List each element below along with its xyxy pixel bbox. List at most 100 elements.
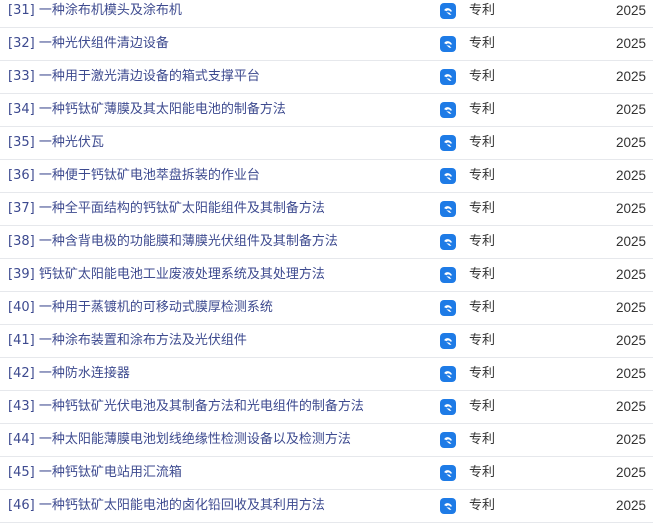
record-title-link[interactable]: [40] 一种用于蒸镀机的可移动式膜厚检测系统 [8, 292, 273, 324]
record-title[interactable]: 一种含背电极的功能膜和薄膜光伏组件及其制备方法 [39, 234, 338, 249]
record-index[interactable]: [33] [8, 69, 35, 84]
patent-icon-glyph [444, 437, 453, 444]
record-index[interactable]: [46] [8, 498, 35, 513]
record-title[interactable]: 一种涂布机模头及涂布机 [39, 3, 182, 18]
record-year: 2025 [615, 234, 646, 249]
record-year: 2025 [615, 36, 646, 51]
record-title-link[interactable]: [34] 一种钙钛矿薄膜及其太阳能电池的制备方法 [8, 94, 286, 126]
record-title-link[interactable]: [45] 一种钙钛矿电站用汇流箱 [8, 457, 182, 489]
list-item: [43] 一种钙钛矿光伏电池及其制备方法和光电组件的制备方法 专利 2025 [0, 391, 653, 424]
record-index[interactable]: [32] [8, 36, 35, 51]
record-year: 2025 [615, 102, 646, 117]
record-index[interactable]: [41] [8, 333, 35, 348]
patent-icon [440, 234, 456, 250]
record-index[interactable]: [45] [8, 465, 35, 480]
record-year: 2025 [615, 498, 646, 513]
record-title[interactable]: 一种用于激光清边设备的箱式支撑平台 [39, 69, 260, 84]
patent-icon-glyph [444, 140, 453, 147]
record-index[interactable]: [40] [8, 300, 35, 315]
record-title[interactable]: 一种钙钛矿电站用汇流箱 [39, 465, 182, 480]
record-year: 2025 [615, 366, 646, 381]
list-item: [42] 一种防水连接器 专利 2025 [0, 358, 653, 391]
patent-icon-glyph [444, 371, 453, 378]
patent-icon [440, 399, 456, 415]
record-title-link[interactable]: [44] 一种太阳能薄膜电池划线绝缘性检测设备以及检测方法 [8, 424, 351, 456]
record-title[interactable]: 一种光伏组件清边设备 [39, 36, 169, 51]
list-item: [44] 一种太阳能薄膜电池划线绝缘性检测设备以及检测方法 专利 2025 [0, 424, 653, 457]
patent-icon-glyph [444, 305, 453, 312]
record-year: 2025 [615, 399, 646, 414]
record-title-link[interactable]: [46] 一种钙钛矿太阳能电池的卤化铅回收及其利用方法 [8, 490, 325, 522]
list-item: [34] 一种钙钛矿薄膜及其太阳能电池的制备方法 专利 2025 [0, 94, 653, 127]
patent-icon-glyph [444, 173, 453, 180]
record-index[interactable]: [34] [8, 102, 35, 117]
record-title[interactable]: 一种全平面结构的钙钛矿太阳能组件及其制备方法 [39, 201, 325, 216]
record-title-link[interactable]: [35] 一种光伏瓦 [8, 127, 104, 159]
list-item: [41] 一种涂布装置和涂布方法及光伏组件 专利 2025 [0, 325, 653, 358]
patent-icon [440, 300, 456, 316]
record-type: 专利 [469, 432, 496, 447]
patent-icon [440, 102, 456, 118]
patent-icon-glyph [444, 8, 453, 15]
record-index[interactable]: [42] [8, 366, 35, 381]
patent-icon-glyph [444, 470, 453, 477]
list-item: [33] 一种用于激光清边设备的箱式支撑平台 专利 2025 [0, 61, 653, 94]
record-year: 2025 [615, 267, 646, 282]
record-type: 专利 [469, 267, 496, 282]
list-item: [32] 一种光伏组件清边设备 专利 2025 [0, 28, 653, 61]
list-item: [45] 一种钙钛矿电站用汇流箱 专利 2025 [0, 457, 653, 490]
record-year: 2025 [615, 135, 646, 150]
patent-icon-glyph [444, 206, 453, 213]
record-type: 专利 [469, 102, 496, 117]
patent-icon-glyph [444, 338, 453, 345]
record-year: 2025 [615, 465, 646, 480]
record-type: 专利 [469, 201, 496, 216]
record-type: 专利 [469, 399, 496, 414]
record-title[interactable]: 一种涂布装置和涂布方法及光伏组件 [39, 333, 247, 348]
record-year: 2025 [615, 201, 646, 216]
record-title[interactable]: 一种用于蒸镀机的可移动式膜厚检测系统 [39, 300, 273, 315]
record-title[interactable]: 一种光伏瓦 [39, 135, 104, 150]
record-title-link[interactable]: [43] 一种钙钛矿光伏电池及其制备方法和光电组件的制备方法 [8, 391, 364, 423]
record-title[interactable]: 一种钙钛矿太阳能电池的卤化铅回收及其利用方法 [39, 498, 325, 513]
record-index[interactable]: [37] [8, 201, 35, 216]
patent-icon [440, 366, 456, 382]
record-title-link[interactable]: [39] 钙钛矿太阳能电池工业废液处理系统及其处理方法 [8, 259, 325, 291]
record-index[interactable]: [31] [8, 3, 35, 18]
list-item: [31] 一种涂布机模头及涂布机 专利 2025 [0, 0, 653, 28]
patent-icon [440, 168, 456, 184]
patent-icon-glyph [444, 107, 453, 114]
patent-icon [440, 432, 456, 448]
record-title-link[interactable]: [37] 一种全平面结构的钙钛矿太阳能组件及其制备方法 [8, 193, 325, 225]
list-item: [37] 一种全平面结构的钙钛矿太阳能组件及其制备方法 专利 2025 [0, 193, 653, 226]
patent-icon [440, 36, 456, 52]
record-index[interactable]: [36] [8, 168, 35, 183]
record-title[interactable]: 一种便于钙钛矿电池萃盘拆装的作业台 [39, 168, 260, 183]
record-year: 2025 [615, 168, 646, 183]
record-index[interactable]: [35] [8, 135, 35, 150]
record-title-link[interactable]: [42] 一种防水连接器 [8, 358, 130, 390]
record-index[interactable]: [39] [8, 267, 35, 282]
record-title[interactable]: 一种太阳能薄膜电池划线绝缘性检测设备以及检测方法 [39, 432, 351, 447]
record-index[interactable]: [43] [8, 399, 35, 414]
list-item: [35] 一种光伏瓦 专利 2025 [0, 127, 653, 160]
record-title[interactable]: 一种钙钛矿薄膜及其太阳能电池的制备方法 [39, 102, 286, 117]
record-title-link[interactable]: [38] 一种含背电极的功能膜和薄膜光伏组件及其制备方法 [8, 226, 338, 258]
record-title-link[interactable]: [41] 一种涂布装置和涂布方法及光伏组件 [8, 325, 247, 357]
record-title-link[interactable]: [31] 一种涂布机模头及涂布机 [8, 0, 182, 27]
record-type: 专利 [469, 3, 496, 18]
list-item: [39] 钙钛矿太阳能电池工业废液处理系统及其处理方法 专利 2025 [0, 259, 653, 292]
patent-icon [440, 69, 456, 85]
record-type: 专利 [469, 300, 496, 315]
record-index[interactable]: [44] [8, 432, 35, 447]
record-index[interactable]: [38] [8, 234, 35, 249]
patent-icon-glyph [444, 503, 453, 510]
record-title-link[interactable]: [33] 一种用于激光清边设备的箱式支撑平台 [8, 61, 260, 93]
record-title[interactable]: 钙钛矿太阳能电池工业废液处理系统及其处理方法 [39, 267, 325, 282]
record-title-link[interactable]: [32] 一种光伏组件清边设备 [8, 28, 169, 60]
record-title-link[interactable]: [36] 一种便于钙钛矿电池萃盘拆装的作业台 [8, 160, 260, 192]
record-title[interactable]: 一种钙钛矿光伏电池及其制备方法和光电组件的制备方法 [39, 399, 364, 414]
list-item: [36] 一种便于钙钛矿电池萃盘拆装的作业台 专利 2025 [0, 160, 653, 193]
list-item: [46] 一种钙钛矿太阳能电池的卤化铅回收及其利用方法 专利 2025 [0, 490, 653, 523]
record-title[interactable]: 一种防水连接器 [39, 366, 130, 381]
